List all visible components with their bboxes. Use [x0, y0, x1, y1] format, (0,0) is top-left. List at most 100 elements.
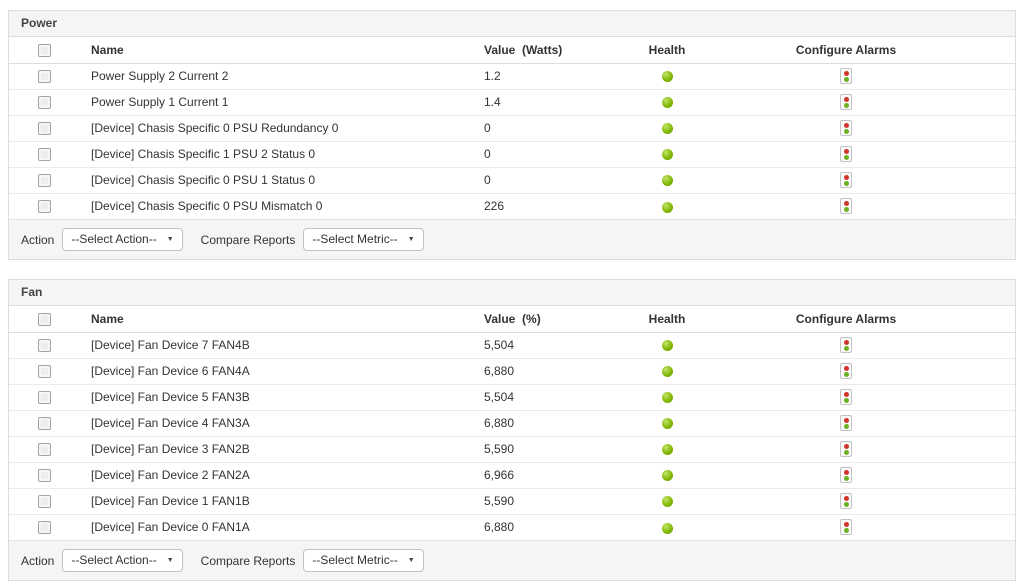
- column-header-name: Name: [79, 37, 472, 63]
- panel-footer: Action --Select Action-- ▼ Compare Repor…: [9, 219, 1015, 259]
- row-checkbox-cell: [9, 193, 79, 219]
- alarm-red-dot: [844, 496, 849, 501]
- health-cell: [572, 384, 762, 410]
- table-row: [Device] Fan Device 0 FAN1A 6,880: [9, 514, 1015, 540]
- row-checkbox[interactable]: [38, 339, 51, 352]
- health-ok-icon: [662, 123, 673, 134]
- metric-name: [Device] Fan Device 3 FAN2B: [79, 436, 472, 462]
- row-checkbox[interactable]: [38, 417, 51, 430]
- configure-alarms-icon[interactable]: [840, 415, 852, 431]
- row-checkbox-cell: [9, 89, 79, 115]
- configure-alarms-icon[interactable]: [840, 146, 852, 162]
- alarms-cell: [762, 89, 930, 115]
- row-checkbox[interactable]: [38, 365, 51, 378]
- row-checkbox[interactable]: [38, 469, 51, 482]
- table-row: [Device] Fan Device 4 FAN3A 6,880: [9, 410, 1015, 436]
- row-checkbox-cell: [9, 462, 79, 488]
- alarm-green-dot: [844, 372, 849, 377]
- row-checkbox[interactable]: [38, 443, 51, 456]
- metric-name: Power Supply 2 Current 2: [79, 63, 472, 89]
- configure-alarms-icon[interactable]: [840, 441, 852, 457]
- row-checkbox-cell: [9, 384, 79, 410]
- health-cell: [572, 89, 762, 115]
- configure-alarms-icon[interactable]: [840, 493, 852, 509]
- alarm-green-dot: [844, 346, 849, 351]
- configure-alarms-icon[interactable]: [840, 198, 852, 214]
- health-ok-icon: [662, 340, 673, 351]
- compare-metric-select-value: --Select Metric--: [312, 553, 397, 567]
- metric-name: [Device] Fan Device 5 FAN3B: [79, 384, 472, 410]
- action-select[interactable]: --Select Action-- ▼: [62, 549, 182, 572]
- row-checkbox[interactable]: [38, 148, 51, 161]
- row-checkbox[interactable]: [38, 200, 51, 213]
- select-all-checkbox[interactable]: [38, 313, 51, 326]
- configure-alarms-icon[interactable]: [840, 337, 852, 353]
- alarms-cell: [762, 332, 930, 358]
- alarms-cell: [762, 384, 930, 410]
- configure-alarms-icon[interactable]: [840, 68, 852, 84]
- table-row: [Device] Chasis Specific 0 PSU Redundanc…: [9, 115, 1015, 141]
- row-checkbox[interactable]: [38, 70, 51, 83]
- action-label: Action: [21, 233, 54, 247]
- table-header-row: Name Value (Watts) Health Configure Alar…: [9, 37, 1015, 63]
- alarm-red-dot: [844, 418, 849, 423]
- health-cell: [572, 436, 762, 462]
- alarms-cell: [762, 115, 930, 141]
- compare-metric-select[interactable]: --Select Metric-- ▼: [303, 549, 423, 572]
- configure-alarms-icon[interactable]: [840, 467, 852, 483]
- health-cell: [572, 462, 762, 488]
- row-checkbox[interactable]: [38, 122, 51, 135]
- alarm-green-dot: [844, 450, 849, 455]
- health-ok-icon: [662, 392, 673, 403]
- health-cell: [572, 141, 762, 167]
- metric-name: [Device] Chasis Specific 1 PSU 2 Status …: [79, 141, 472, 167]
- column-header-configure-alarms: Configure Alarms: [762, 306, 930, 332]
- health-ok-icon: [662, 97, 673, 108]
- select-all-checkbox[interactable]: [38, 44, 51, 57]
- table-row: [Device] Fan Device 6 FAN4A 6,880: [9, 358, 1015, 384]
- health-ok-icon: [662, 366, 673, 377]
- spacer-cell: [930, 384, 1015, 410]
- panel-title: Power: [21, 16, 57, 30]
- row-checkbox[interactable]: [38, 174, 51, 187]
- health-ok-icon: [662, 71, 673, 82]
- configure-alarms-icon[interactable]: [840, 519, 852, 535]
- configure-alarms-icon[interactable]: [840, 363, 852, 379]
- action-select[interactable]: --Select Action-- ▼: [62, 228, 182, 251]
- configure-alarms-icon[interactable]: [840, 389, 852, 405]
- alarms-cell: [762, 514, 930, 540]
- compare-reports-label: Compare Reports: [201, 233, 296, 247]
- table-row: [Device] Chasis Specific 0 PSU 1 Status …: [9, 167, 1015, 193]
- alarm-green-dot: [844, 103, 849, 108]
- health-cell: [572, 167, 762, 193]
- chevron-down-icon: ▼: [167, 236, 174, 243]
- alarm-green-dot: [844, 129, 849, 134]
- configure-alarms-icon[interactable]: [840, 94, 852, 110]
- compare-metric-select[interactable]: --Select Metric-- ▼: [303, 228, 423, 251]
- metric-table: Name Value (%) Health Configure Alarms […: [9, 306, 1015, 540]
- alarm-red-dot: [844, 522, 849, 527]
- row-checkbox-cell: [9, 410, 79, 436]
- table-row: [Device] Fan Device 3 FAN2B 5,590: [9, 436, 1015, 462]
- metric-name: [Device] Chasis Specific 0 PSU Mismatch …: [79, 193, 472, 219]
- health-cell: [572, 193, 762, 219]
- configure-alarms-icon[interactable]: [840, 172, 852, 188]
- row-checkbox[interactable]: [38, 521, 51, 534]
- metric-name: [Device] Chasis Specific 0 PSU 1 Status …: [79, 167, 472, 193]
- configure-alarms-icon[interactable]: [840, 120, 852, 136]
- health-ok-icon: [662, 175, 673, 186]
- health-ok-icon: [662, 496, 673, 507]
- health-ok-icon: [662, 202, 673, 213]
- alarms-cell: [762, 462, 930, 488]
- select-all-column-header: [9, 306, 79, 332]
- table-row: Power Supply 2 Current 2 1.2: [9, 63, 1015, 89]
- row-checkbox[interactable]: [38, 391, 51, 404]
- metric-value: 6,966: [472, 462, 572, 488]
- row-checkbox[interactable]: [38, 96, 51, 109]
- row-checkbox[interactable]: [38, 495, 51, 508]
- spacer-cell: [930, 167, 1015, 193]
- health-cell: [572, 332, 762, 358]
- metric-name: Power Supply 1 Current 1: [79, 89, 472, 115]
- row-checkbox-cell: [9, 332, 79, 358]
- spacer-cell: [930, 488, 1015, 514]
